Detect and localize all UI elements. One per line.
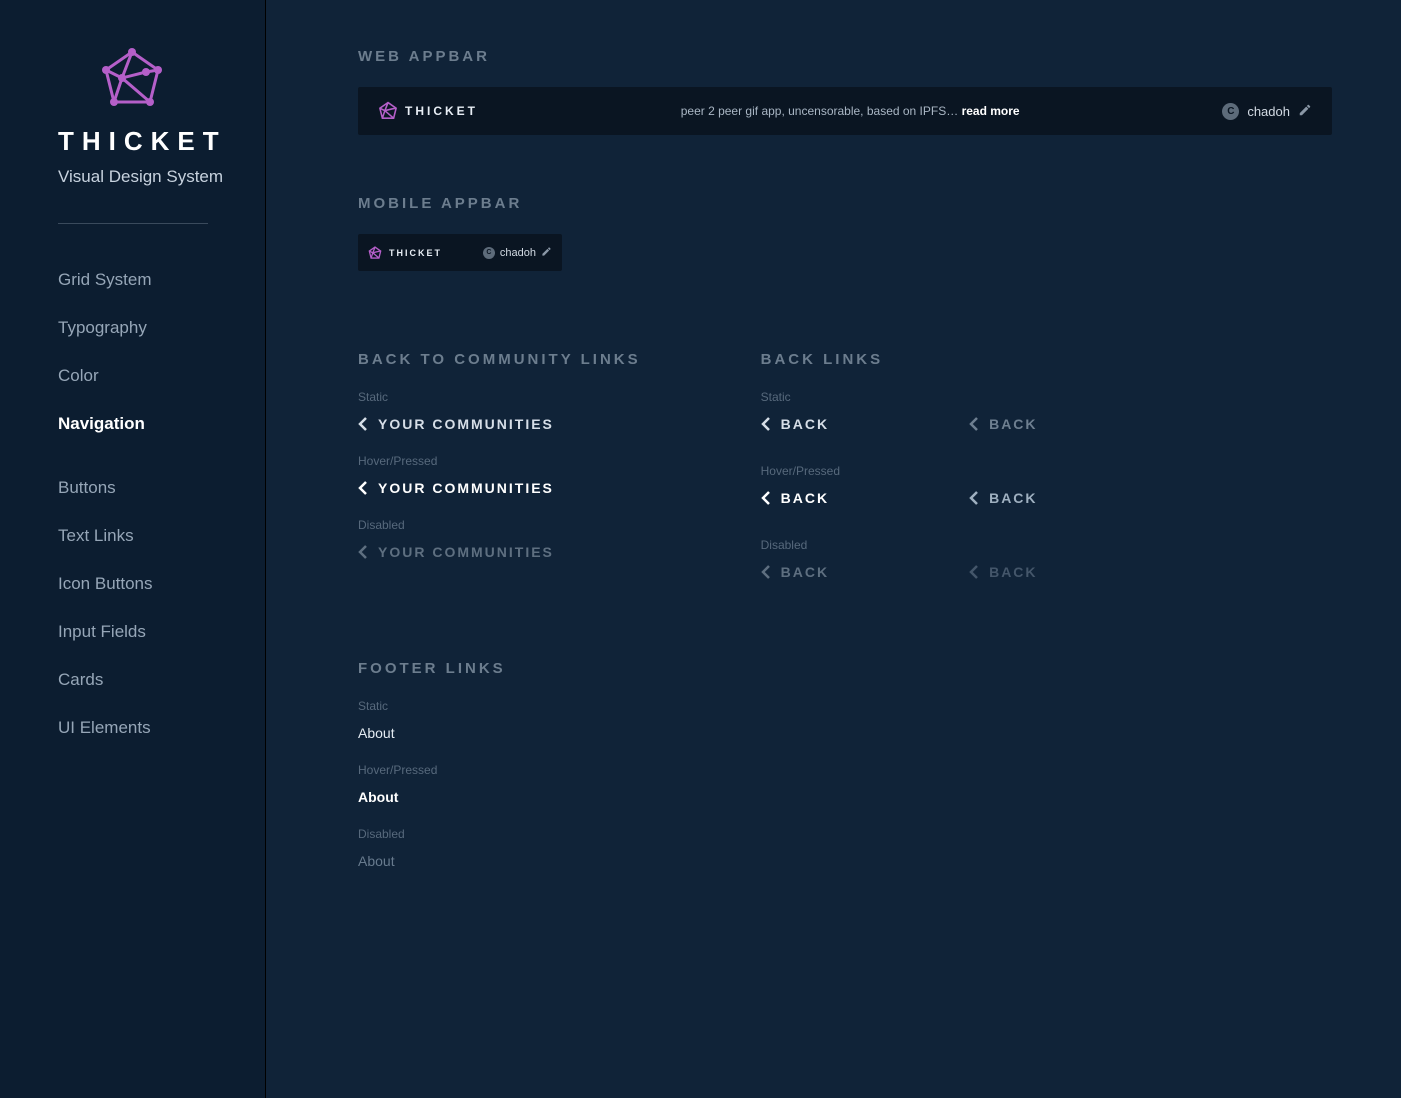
sidebar: THICKET Visual Design System Grid System… bbox=[0, 0, 266, 1098]
appbar-tagline: peer 2 peer gif app, uncensorable, based… bbox=[681, 104, 1020, 118]
sidebar-item-input-fields[interactable]: Input Fields bbox=[58, 622, 265, 642]
sidebar-item-typography[interactable]: Typography bbox=[58, 318, 265, 338]
state-label-static: Static bbox=[358, 699, 1332, 713]
state-label-disabled: Disabled bbox=[358, 518, 641, 532]
chevron-left-icon bbox=[969, 416, 979, 432]
link-label: BACK bbox=[989, 564, 1037, 580]
link-label: BACK bbox=[781, 564, 829, 580]
back-link-static[interactable]: BACK bbox=[761, 416, 829, 432]
your-communities-link-hover[interactable]: YOUR COMMUNITIES bbox=[358, 480, 641, 496]
edit-icon[interactable] bbox=[541, 246, 552, 260]
sidebar-item-text-links[interactable]: Text Links bbox=[58, 526, 265, 546]
back-links-column: BACK LINKS Static BACK BACK Hover/Presse… bbox=[761, 351, 1038, 590]
footer-link-hover[interactable]: About bbox=[358, 789, 1332, 805]
link-label: BACK bbox=[781, 490, 829, 506]
state-label-disabled: Disabled bbox=[358, 827, 1332, 841]
sidebar-item-ui-elements[interactable]: UI Elements bbox=[58, 718, 265, 738]
section-title-back-community: BACK TO COMMUNITY LINKS bbox=[358, 351, 641, 368]
chevron-left-icon bbox=[969, 564, 979, 580]
back-link-disabled: BACK bbox=[761, 564, 829, 580]
sidebar-item-navigation[interactable]: Navigation bbox=[58, 414, 265, 434]
username: chadoh bbox=[500, 247, 536, 259]
appbar-brand-label: THICKET bbox=[405, 104, 478, 118]
state-label-static: Static bbox=[761, 390, 1038, 404]
section-title-web-appbar: WEB APPBAR bbox=[358, 48, 1332, 65]
tagline-text: peer 2 peer gif app, uncensorable, based… bbox=[681, 104, 962, 118]
web-appbar-sample: THICKET peer 2 peer gif app, uncensorabl… bbox=[358, 87, 1332, 135]
link-label: YOUR COMMUNITIES bbox=[378, 480, 554, 496]
main-content: WEB APPBAR THICKET peer 2 peer gif app, … bbox=[266, 0, 1401, 1098]
sidebar-item-buttons[interactable]: Buttons bbox=[58, 478, 265, 498]
chevron-left-icon bbox=[761, 490, 771, 506]
sidebar-item-color[interactable]: Color bbox=[58, 366, 265, 386]
back-link-alt-disabled: BACK bbox=[969, 564, 1037, 580]
appbar-brand[interactable]: THICKET bbox=[368, 246, 442, 260]
read-more-link[interactable]: read more bbox=[962, 104, 1020, 118]
state-label-hover: Hover/Pressed bbox=[761, 464, 1038, 478]
brand-subtitle: Visual Design System bbox=[58, 167, 265, 187]
brand-title: THICKET bbox=[58, 126, 265, 157]
appbar-brand-label: THICKET bbox=[389, 248, 442, 258]
chevron-left-icon bbox=[969, 490, 979, 506]
back-link-alt-hover[interactable]: BACK bbox=[969, 490, 1037, 506]
section-title-footer-links: FOOTER LINKS bbox=[358, 660, 1332, 677]
chevron-left-icon bbox=[358, 480, 368, 496]
state-label-disabled: Disabled bbox=[761, 538, 1038, 552]
appbar-user-chip[interactable]: C chadoh bbox=[483, 246, 552, 260]
appbar-user-chip[interactable]: C chadoh bbox=[1222, 103, 1312, 120]
thicket-logo-icon bbox=[378, 101, 398, 121]
sidebar-item-icon-buttons[interactable]: Icon Buttons bbox=[58, 574, 265, 594]
chevron-left-icon bbox=[358, 544, 368, 560]
sidebar-item-grid-system[interactable]: Grid System bbox=[58, 270, 265, 290]
link-label: YOUR COMMUNITIES bbox=[378, 544, 554, 560]
footer-link-static[interactable]: About bbox=[358, 725, 1332, 741]
state-label-hover: Hover/Pressed bbox=[358, 454, 641, 468]
sidebar-item-cards[interactable]: Cards bbox=[58, 670, 265, 690]
section-title-back-links: BACK LINKS bbox=[761, 351, 1038, 368]
avatar: C bbox=[483, 247, 495, 259]
sidebar-nav: Grid System Typography Color Navigation … bbox=[58, 270, 265, 738]
edit-icon[interactable] bbox=[1298, 103, 1312, 120]
section-title-mobile-appbar: MOBILE APPBAR bbox=[358, 195, 1332, 212]
brand-block: THICKET Visual Design System bbox=[58, 48, 265, 187]
link-label: BACK bbox=[989, 416, 1037, 432]
thicket-logo-icon bbox=[100, 48, 164, 110]
chevron-left-icon bbox=[761, 564, 771, 580]
footer-link-disabled: About bbox=[358, 853, 1332, 869]
appbar-brand[interactable]: THICKET bbox=[378, 101, 478, 121]
thicket-logo-icon bbox=[368, 246, 382, 260]
link-label: BACK bbox=[781, 416, 829, 432]
chevron-left-icon bbox=[761, 416, 771, 432]
state-label-static: Static bbox=[358, 390, 641, 404]
state-label-hover: Hover/Pressed bbox=[358, 763, 1332, 777]
avatar: C bbox=[1222, 103, 1239, 120]
sidebar-divider bbox=[58, 223, 208, 224]
back-to-community-column: BACK TO COMMUNITY LINKS Static YOUR COMM… bbox=[358, 351, 641, 590]
chevron-left-icon bbox=[358, 416, 368, 432]
back-link-alt-static[interactable]: BACK bbox=[969, 416, 1037, 432]
link-label: YOUR COMMUNITIES bbox=[378, 416, 554, 432]
back-link-hover[interactable]: BACK bbox=[761, 490, 829, 506]
link-label: BACK bbox=[989, 490, 1037, 506]
mobile-appbar-sample: THICKET C chadoh bbox=[358, 234, 562, 271]
username: chadoh bbox=[1247, 104, 1290, 119]
your-communities-link-disabled: YOUR COMMUNITIES bbox=[358, 544, 641, 560]
your-communities-link-static[interactable]: YOUR COMMUNITIES bbox=[358, 416, 641, 432]
